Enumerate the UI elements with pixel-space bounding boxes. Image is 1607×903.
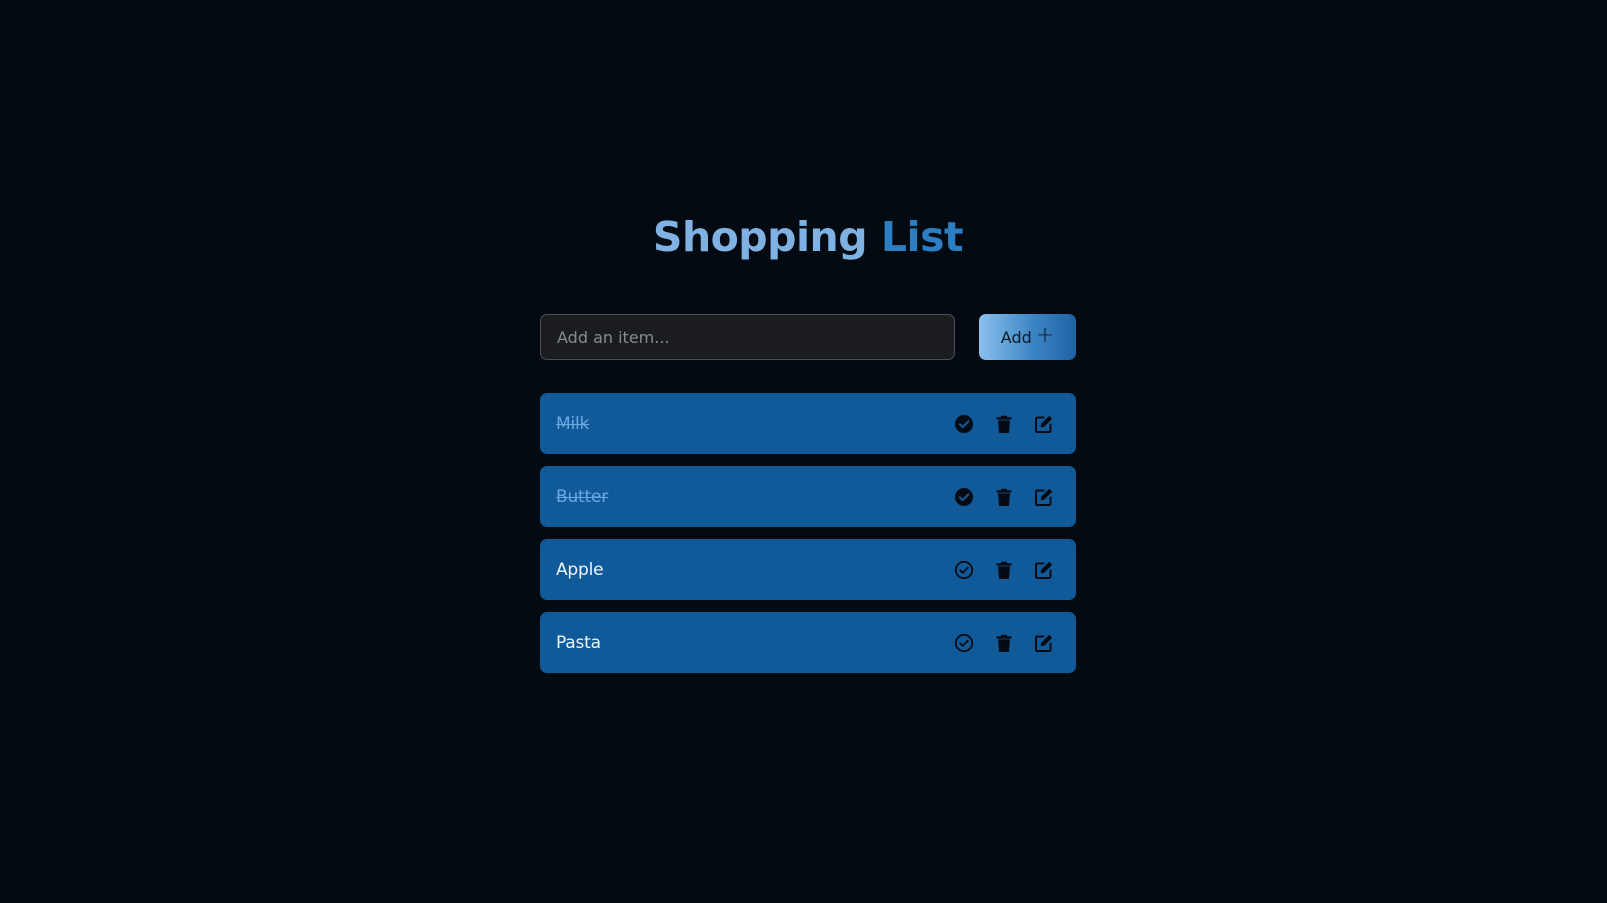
edit-button[interactable] (1024, 623, 1064, 663)
item-label: Apple (556, 559, 604, 580)
shopping-list-app: Shopping List Add + Milk (540, 205, 1076, 673)
check-circle-filled-icon (955, 414, 973, 433)
list-item-butter: Butter (540, 466, 1076, 527)
trash-icon (996, 561, 1012, 579)
complete-button[interactable] (944, 477, 984, 517)
item-actions (944, 466, 1064, 527)
complete-button[interactable] (944, 623, 984, 663)
add-button-label: Add (1000, 327, 1032, 347)
list-item-milk: Milk (540, 393, 1076, 454)
item-actions (944, 612, 1064, 673)
trash-icon (996, 634, 1012, 652)
item-actions (944, 393, 1064, 454)
plus-icon: + (1035, 323, 1055, 348)
item-label: Butter (556, 486, 609, 507)
edit-icon (1035, 488, 1053, 506)
delete-button[interactable] (984, 550, 1024, 590)
check-circle-outline-icon (954, 633, 974, 652)
complete-button[interactable] (944, 550, 984, 590)
add-button[interactable]: Add + (979, 314, 1076, 360)
check-circle-filled-icon (955, 487, 973, 506)
list-item-apple: Apple (540, 539, 1076, 600)
complete-button[interactable] (944, 404, 984, 444)
edit-button[interactable] (1024, 477, 1064, 517)
check-circle-outline-icon (954, 560, 974, 579)
delete-button[interactable] (984, 477, 1024, 517)
add-item-form: Add + (540, 314, 1076, 360)
delete-button[interactable] (984, 404, 1024, 444)
edit-icon (1035, 415, 1053, 433)
item-actions (944, 539, 1064, 600)
title-word-shopping: Shopping (652, 213, 868, 261)
trash-icon (996, 415, 1012, 433)
add-item-input[interactable] (540, 314, 955, 360)
edit-icon (1035, 561, 1053, 579)
item-label: Milk (556, 413, 590, 434)
edit-button[interactable] (1024, 404, 1064, 444)
title-word-list: List (880, 213, 964, 261)
edit-icon (1035, 634, 1053, 652)
page-title: Shopping List (540, 205, 1076, 269)
shopping-items-list: Milk Butter Apple Pasta (540, 393, 1076, 685)
list-item-pasta: Pasta (540, 612, 1076, 673)
item-label: Pasta (556, 632, 601, 653)
edit-button[interactable] (1024, 550, 1064, 590)
delete-button[interactable] (984, 623, 1024, 663)
trash-icon (996, 488, 1012, 506)
